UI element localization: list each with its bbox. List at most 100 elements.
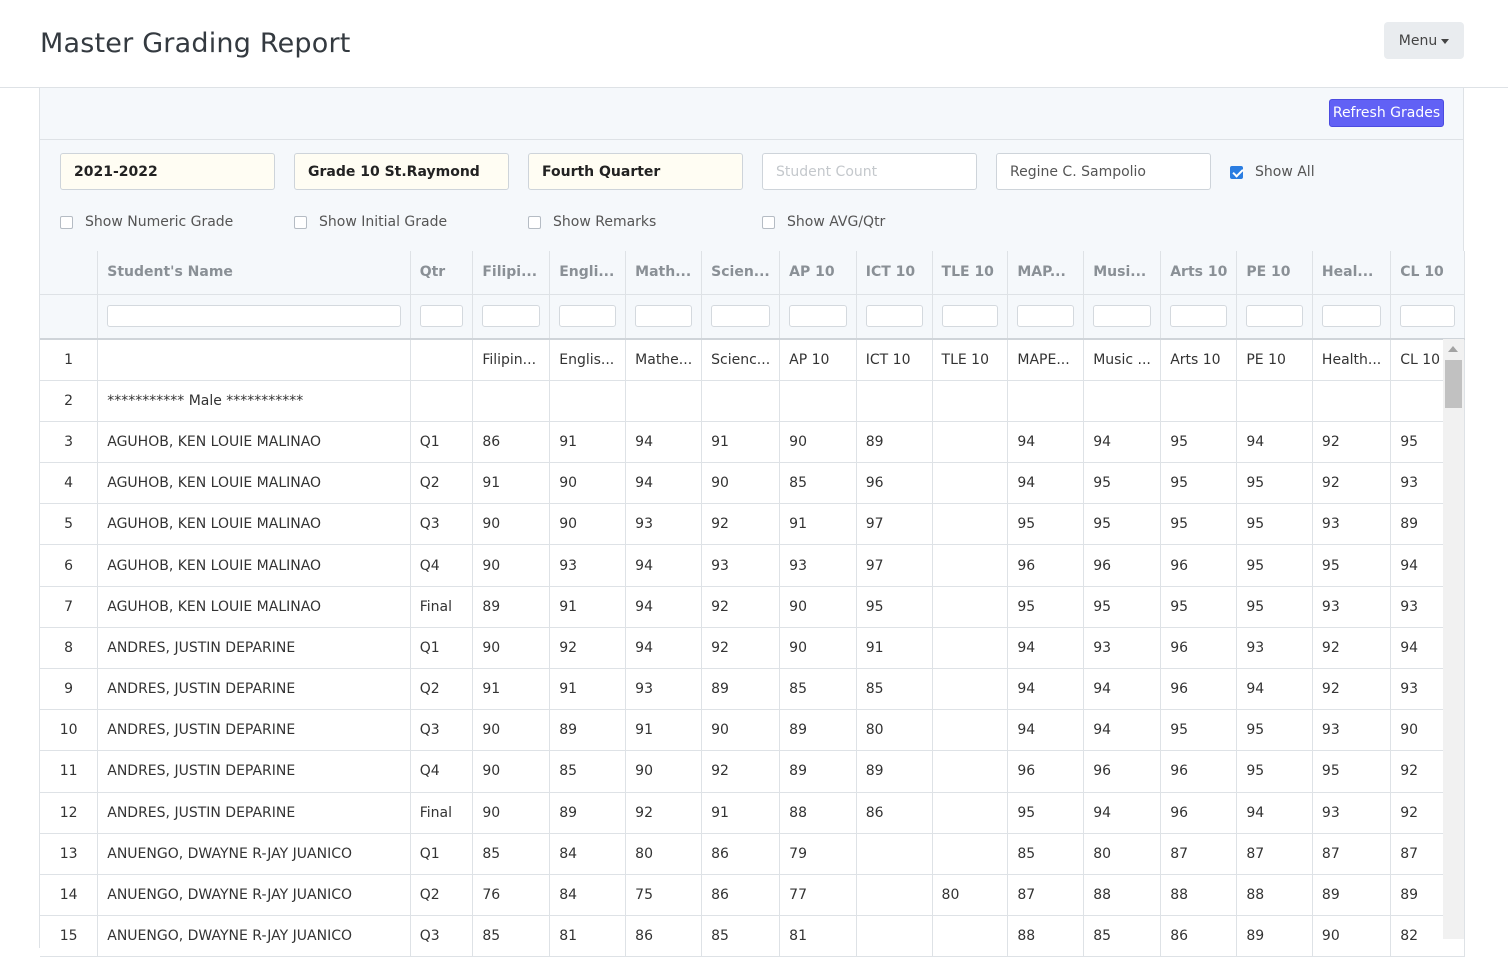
grade-cell	[549, 380, 627, 422]
grade-cell	[932, 750, 1009, 793]
table-row[interactable]: 10 ANDRES, JUSTIN DEPARINE Q3 90 89 91 90 89 80 9…	[40, 709, 1465, 752]
column-filter-input[interactable]	[1400, 305, 1455, 328]
student-name-cell: ANUENGO, DWAYNE R-JAY JUANICO	[97, 915, 411, 957]
grade-cell	[932, 915, 1009, 957]
grade-cell: 91	[472, 462, 551, 505]
grade-cell: 93	[701, 544, 781, 587]
column-filter-input[interactable]	[559, 305, 617, 328]
grade-cell	[932, 833, 1009, 875]
vertical-scrollbar[interactable]	[1443, 339, 1464, 939]
column-filter-input[interactable]	[1321, 305, 1382, 328]
column-header[interactable]: ICT 10	[856, 251, 933, 295]
show-remarks-checkbox[interactable]: Show Remarks	[528, 214, 656, 230]
column-header[interactable]: Engli...	[549, 251, 627, 295]
table-row[interactable]: 5 AGUHOB, KEN LOUIE MALINAO Q3 90 90 93 92 91 97…	[40, 503, 1465, 546]
quarter-cell: Q2	[410, 462, 474, 505]
grade-cell: 85	[779, 668, 857, 711]
column-filter-input[interactable]	[482, 305, 541, 328]
table-row[interactable]: 3 AGUHOB, KEN LOUIE MALINAO Q1 86 91 94 91 90 89…	[40, 421, 1465, 464]
table-row[interactable]: 7 AGUHOB, KEN LOUIE MALINAO Final 89 91 94 92 9…	[40, 586, 1465, 628]
table-row[interactable]: 12 ANDRES, JUSTIN DEPARINE Final 90 89 92 91 88…	[40, 792, 1465, 834]
grade-cell: Filipin...	[472, 339, 551, 381]
student-name-cell: ANDRES, JUSTIN DEPARINE	[97, 668, 411, 711]
column-filter-input[interactable]	[865, 305, 923, 328]
grade-cell: 90	[701, 709, 781, 752]
column-header[interactable]: Math...	[625, 251, 703, 295]
teacher-field[interactable]: Regine C. Sampolio	[996, 153, 1211, 190]
column-filter-input[interactable]	[711, 305, 771, 328]
show-all-checkbox[interactable]: Show All	[1230, 164, 1315, 180]
quarter-select[interactable]: Fourth Quarter	[528, 153, 743, 190]
show-initial-grade-checkbox[interactable]: Show Initial Grade	[294, 214, 447, 230]
table-row[interactable]: 6 AGUHOB, KEN LOUIE MALINAO Q4 90 93 94 93 93 97…	[40, 544, 1465, 587]
column-filter-input[interactable]	[789, 305, 847, 328]
student-name-cell: ANDRES, JUSTIN DEPARINE	[97, 709, 411, 752]
menu-button[interactable]: Menu	[1384, 22, 1464, 59]
scrollbar-thumb[interactable]	[1445, 360, 1462, 408]
table-row[interactable]: 14 ANUENGO, DWAYNE R-JAY JUANICO Q2 76 84 75 8…	[40, 874, 1465, 917]
column-filter-input[interactable]	[1093, 305, 1152, 328]
grade-cell	[932, 503, 1009, 546]
grade-cell: 92	[1312, 668, 1392, 711]
table-row[interactable]: 13 ANUENGO, DWAYNE R-JAY JUANICO Q1 85 84 80 8…	[40, 833, 1465, 875]
column-header[interactable]: AP 10	[779, 251, 857, 295]
grade-cell: 84	[549, 833, 627, 875]
column-filter-input[interactable]	[1246, 305, 1303, 328]
column-header[interactable]: MAP...	[1007, 251, 1085, 295]
column-header[interactable]	[40, 251, 99, 295]
row-number-cell: 10	[40, 709, 99, 752]
table-row[interactable]: 8 ANDRES, JUSTIN DEPARINE Q1 90 92 94 92 90 91 94…	[40, 627, 1465, 670]
grade-cell: 95	[1236, 750, 1313, 793]
quarter-cell: Q2	[410, 668, 474, 711]
column-filter-input[interactable]	[419, 305, 464, 328]
student-count-field[interactable]: Student Count	[762, 153, 977, 190]
grade-cell: 77	[779, 874, 857, 917]
refresh-grades-button[interactable]: Refresh Grades	[1329, 99, 1444, 127]
grade-cell: 94	[625, 421, 703, 464]
show-avg-qtr-checkbox[interactable]: Show AVG/Qtr	[762, 214, 885, 230]
table-row[interactable]: 4 AGUHOB, KEN LOUIE MALINAO Q2 91 90 94 90 85 96…	[40, 462, 1465, 505]
column-filter-input[interactable]	[1017, 305, 1075, 328]
table-row[interactable]: 11 ANDRES, JUSTIN DEPARINE Q4 90 85 90 92 89 89 9…	[40, 750, 1465, 793]
grade-cell: 93	[1312, 586, 1392, 628]
column-header[interactable]: TLE 10	[932, 251, 1009, 295]
grade-cell: 91	[549, 421, 627, 464]
column-header[interactable]: Heal...	[1312, 251, 1392, 295]
column-header[interactable]: Arts 10	[1160, 251, 1238, 295]
table-row[interactable]: 15 ANUENGO, DWAYNE R-JAY JUANICO Q3 85 81 86 8…	[40, 915, 1465, 957]
column-filter-input[interactable]	[1170, 305, 1228, 328]
grade-cell: 80	[1083, 833, 1162, 875]
checkbox-checked-icon	[1230, 165, 1243, 179]
row-number-cell: 2	[40, 380, 99, 422]
column-header[interactable]: Filipi...	[472, 251, 551, 295]
column-filter-input[interactable]	[635, 305, 693, 328]
column-filter-cell	[1160, 294, 1238, 340]
section-select[interactable]: Grade 10 St.Raymond	[294, 153, 509, 190]
grade-cell: 88	[1160, 874, 1238, 917]
column-header[interactable]: Qtr	[410, 251, 474, 295]
grade-cell: 86	[701, 874, 781, 917]
table-row[interactable]: 9 ANDRES, JUSTIN DEPARINE Q2 91 91 93 89 85 85 94…	[40, 668, 1465, 711]
grade-cell: 94	[1083, 421, 1162, 464]
column-header[interactable]: Scien...	[701, 251, 781, 295]
table-row[interactable]: 1 Filipin... Englis... Mathe... Scienc... AP …	[40, 339, 1465, 381]
show-numeric-grade-checkbox[interactable]: Show Numeric Grade	[60, 214, 233, 230]
grade-cell: 90	[549, 503, 627, 546]
grade-cell: 93	[1312, 709, 1392, 752]
grade-cell: 94	[1236, 792, 1313, 834]
column-filter-input[interactable]	[941, 305, 999, 328]
school-year-select[interactable]: 2021-2022	[60, 153, 275, 190]
column-filter-cell	[97, 294, 411, 340]
column-header[interactable]: Musi...	[1083, 251, 1162, 295]
column-header[interactable]: CL 10	[1390, 251, 1465, 295]
scroll-up-arrow-icon[interactable]	[1448, 346, 1458, 352]
grade-cell: 87	[1160, 833, 1238, 875]
column-filter-input[interactable]	[107, 305, 401, 328]
column-filter-cell	[1390, 294, 1465, 340]
column-header[interactable]: Student's Name	[97, 251, 411, 295]
table-row[interactable]: 2 *********** Male ***********	[40, 380, 1465, 422]
grade-cell: 89	[779, 709, 857, 752]
column-header[interactable]: PE 10	[1236, 251, 1313, 295]
grade-cell: 88	[1236, 874, 1313, 917]
student-count-placeholder: Student Count	[776, 163, 878, 180]
